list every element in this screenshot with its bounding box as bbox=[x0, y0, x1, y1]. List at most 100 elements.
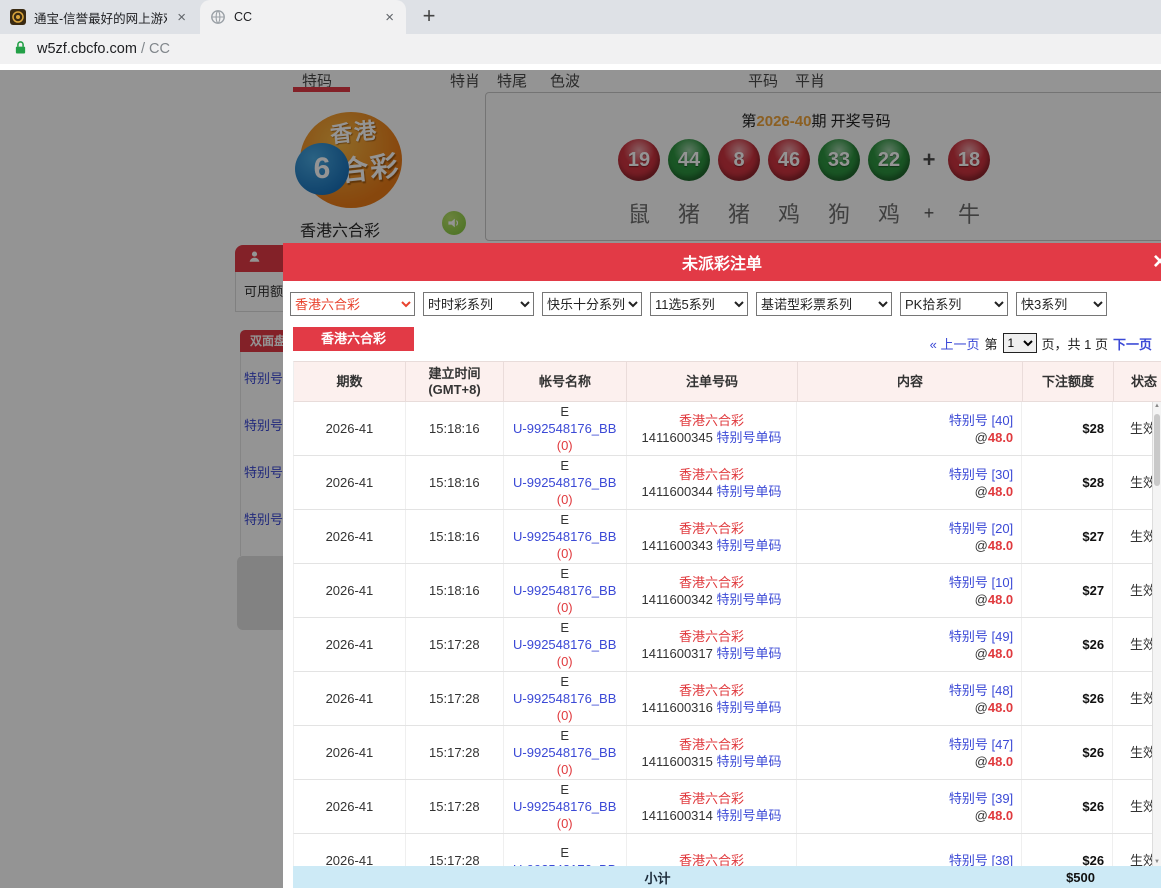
amount-cell: $27 bbox=[1022, 510, 1113, 563]
account-count: (0) bbox=[557, 761, 573, 778]
account-name-link[interactable]: U-992548176_BB bbox=[513, 636, 616, 653]
bet-number-cell: 香港六合彩 1411600345 特别号单码 bbox=[627, 402, 798, 455]
table-row: 2026-41 15:17:28 E U-992548176_BB (0) 香港… bbox=[293, 672, 1161, 726]
bet-content-link[interactable]: 特别号 [38] bbox=[949, 852, 1013, 866]
bet-content-link[interactable]: 特别号 [48] bbox=[949, 682, 1013, 699]
lottery-filter-row: 香港六合彩 时时彩系列 快乐十分系列 11选5系列 基诺型彩票系列 PK拾系列 … bbox=[290, 292, 1107, 316]
odds-value: 48.0 bbox=[988, 484, 1013, 499]
account-count: (0) bbox=[557, 653, 573, 670]
period-cell: 2026-41 bbox=[294, 672, 406, 725]
bet-type-link[interactable]: 特别号单码 bbox=[717, 430, 782, 445]
subtotal-label: 小计 bbox=[293, 868, 1022, 887]
odds-value: 48.0 bbox=[988, 700, 1013, 715]
table-row: 2026-41 15:18:16 E U-992548176_BB (0) 香港… bbox=[293, 564, 1161, 618]
account-name-link[interactable]: U-992548176_BB bbox=[513, 474, 616, 491]
bet-content-link[interactable]: 特别号 [40] bbox=[949, 412, 1013, 429]
account-count: (0) bbox=[557, 707, 573, 724]
content-cell: 特别号 [49] @48.0 bbox=[797, 618, 1022, 671]
content-cell: 特别号 [38] bbox=[797, 834, 1022, 866]
lottery-filter-select[interactable]: 11选5系列 bbox=[650, 292, 748, 316]
account-prefix: E bbox=[560, 727, 569, 744]
account-name-link[interactable]: U-992548176_BB bbox=[513, 744, 616, 761]
account-cell: E U-992548176_BB (0) bbox=[504, 780, 627, 833]
game-tab-button[interactable]: 香港六合彩 bbox=[293, 327, 414, 351]
new-tab-button[interactable]: + bbox=[414, 2, 444, 32]
bet-type-link[interactable]: 特别号单码 bbox=[717, 484, 782, 499]
tab-close-icon[interactable]: × bbox=[383, 10, 396, 25]
bet-content-link[interactable]: 特别号 [20] bbox=[949, 520, 1013, 537]
browser-tab-cc[interactable]: CC × bbox=[200, 0, 406, 34]
table-scrollbar[interactable]: ▲ ▼ bbox=[1152, 402, 1161, 866]
account-cell: E U-992548176_BB (0) bbox=[504, 456, 627, 509]
bet-type-link[interactable]: 特别号单码 bbox=[717, 808, 782, 823]
scrollbar-thumb[interactable] bbox=[1154, 414, 1160, 486]
scroll-down-icon[interactable]: ▼ bbox=[1154, 858, 1160, 866]
content-cell: 特别号 [10] @48.0 bbox=[797, 564, 1022, 617]
browser-tab-tongbao[interactable]: 通宝-信誉最好的网上游戏平 × bbox=[0, 0, 198, 34]
table-row: 2026-41 15:17:28 E U-992548176_BB (0) 香港… bbox=[293, 726, 1161, 780]
bet-type-link[interactable]: 特别号单码 bbox=[717, 646, 782, 661]
amount-cell: $26 bbox=[1022, 726, 1113, 779]
next-page-link[interactable]: 下一页 bbox=[1113, 334, 1152, 353]
lottery-filter-select[interactable]: 快乐十分系列 bbox=[542, 292, 642, 316]
game-name: 香港六合彩 bbox=[679, 790, 744, 807]
odds-value: 48.0 bbox=[988, 808, 1013, 823]
period-cell: 2026-41 bbox=[294, 402, 406, 455]
game-name: 香港六合彩 bbox=[679, 628, 744, 645]
content-cell: 特别号 [48] @48.0 bbox=[797, 672, 1022, 725]
period-cell: 2026-41 bbox=[294, 510, 406, 563]
table-header: 期数 建立时间(GMT+8) 帐号名称 注单号码 内容 bbox=[293, 361, 1161, 402]
account-prefix: E bbox=[560, 844, 569, 861]
table-row: 2026-41 15:18:16 E U-992548176_BB (0) 香港… bbox=[293, 456, 1161, 510]
lottery-filter-select[interactable]: PK拾系列 bbox=[900, 292, 1008, 316]
table-row: 2026-41 15:18:16 E U-992548176_BB (0) 香港… bbox=[293, 510, 1161, 564]
bets-table: 2026-41 15:18:16 E U-992548176_BB (0) 香港… bbox=[293, 402, 1161, 866]
period-cell: 2026-41 bbox=[294, 834, 406, 866]
lottery-filter-select[interactable]: 基诺型彩票系列 bbox=[756, 292, 892, 316]
bet-type-link[interactable]: 特别号单码 bbox=[717, 592, 782, 607]
time-cell: 15:18:16 bbox=[406, 564, 504, 617]
game-name: 香港六合彩 bbox=[679, 682, 744, 699]
odds-at: @ bbox=[975, 592, 988, 607]
bet-content-link[interactable]: 特别号 [47] bbox=[949, 736, 1013, 753]
account-count: (0) bbox=[557, 491, 573, 508]
lottery-filter-select[interactable]: 香港六合彩 bbox=[290, 292, 415, 316]
amount-cell: $26 bbox=[1022, 834, 1113, 866]
bet-content-link[interactable]: 特别号 [10] bbox=[949, 574, 1013, 591]
prev-page-link[interactable]: « 上一页 bbox=[930, 334, 980, 353]
account-name-link[interactable]: U-992548176_BB bbox=[513, 582, 616, 599]
odds-at: @ bbox=[975, 484, 988, 499]
account-name-link[interactable]: U-992548176_BB bbox=[513, 420, 616, 437]
period-cell: 2026-41 bbox=[294, 564, 406, 617]
bet-content-link[interactable]: 特别号 [49] bbox=[949, 628, 1013, 645]
toolbar-divider bbox=[0, 64, 1161, 70]
odds-value: 48.0 bbox=[988, 538, 1013, 553]
scroll-up-icon[interactable]: ▲ bbox=[1154, 402, 1160, 410]
screen: 通宝-信誉最好的网上游戏平 × CC × + w5zf.cbcfo.com / … bbox=[0, 0, 1161, 888]
tab-close-icon[interactable]: × bbox=[175, 10, 188, 25]
bet-type-link[interactable]: 特别号单码 bbox=[717, 754, 782, 769]
close-icon[interactable]: × bbox=[1153, 250, 1161, 274]
bet-content-link[interactable]: 特别号 [39] bbox=[949, 790, 1013, 807]
page-select[interactable]: 1 bbox=[1003, 333, 1037, 353]
lottery-filter-select[interactable]: 快3系列 bbox=[1016, 292, 1107, 316]
address-bar[interactable]: w5zf.cbcfo.com / CC bbox=[0, 34, 1161, 64]
account-name-link[interactable]: U-992548176_BB bbox=[513, 690, 616, 707]
secure-lock-icon[interactable] bbox=[14, 40, 27, 59]
content-cell: 特别号 [40] @48.0 bbox=[797, 402, 1022, 455]
bet-type-link[interactable]: 特别号单码 bbox=[717, 538, 782, 553]
account-cell: E U-992548176_BB (0) bbox=[504, 672, 627, 725]
odds-value: 48.0 bbox=[988, 430, 1013, 445]
account-name-link[interactable]: U-992548176_BB bbox=[513, 798, 616, 815]
account-name-link[interactable]: U-992548176_BB bbox=[513, 528, 616, 545]
odds-value: 48.0 bbox=[988, 754, 1013, 769]
account-prefix: E bbox=[560, 619, 569, 636]
account-prefix: E bbox=[560, 457, 569, 474]
bet-type-link[interactable]: 特别号单码 bbox=[717, 700, 782, 715]
bet-content-link[interactable]: 特别号 [30] bbox=[949, 466, 1013, 483]
account-cell: E U-992548176_BB (0) bbox=[504, 564, 627, 617]
lottery-filter-select[interactable]: 时时彩系列 bbox=[423, 292, 534, 316]
amount-cell: $27 bbox=[1022, 564, 1113, 617]
odds-at: @ bbox=[975, 700, 988, 715]
page-content: 特码特肖特尾色波平码平肖 香港 合彩 6 香港六合彩 第2026-40期 开奖号… bbox=[0, 70, 1161, 888]
